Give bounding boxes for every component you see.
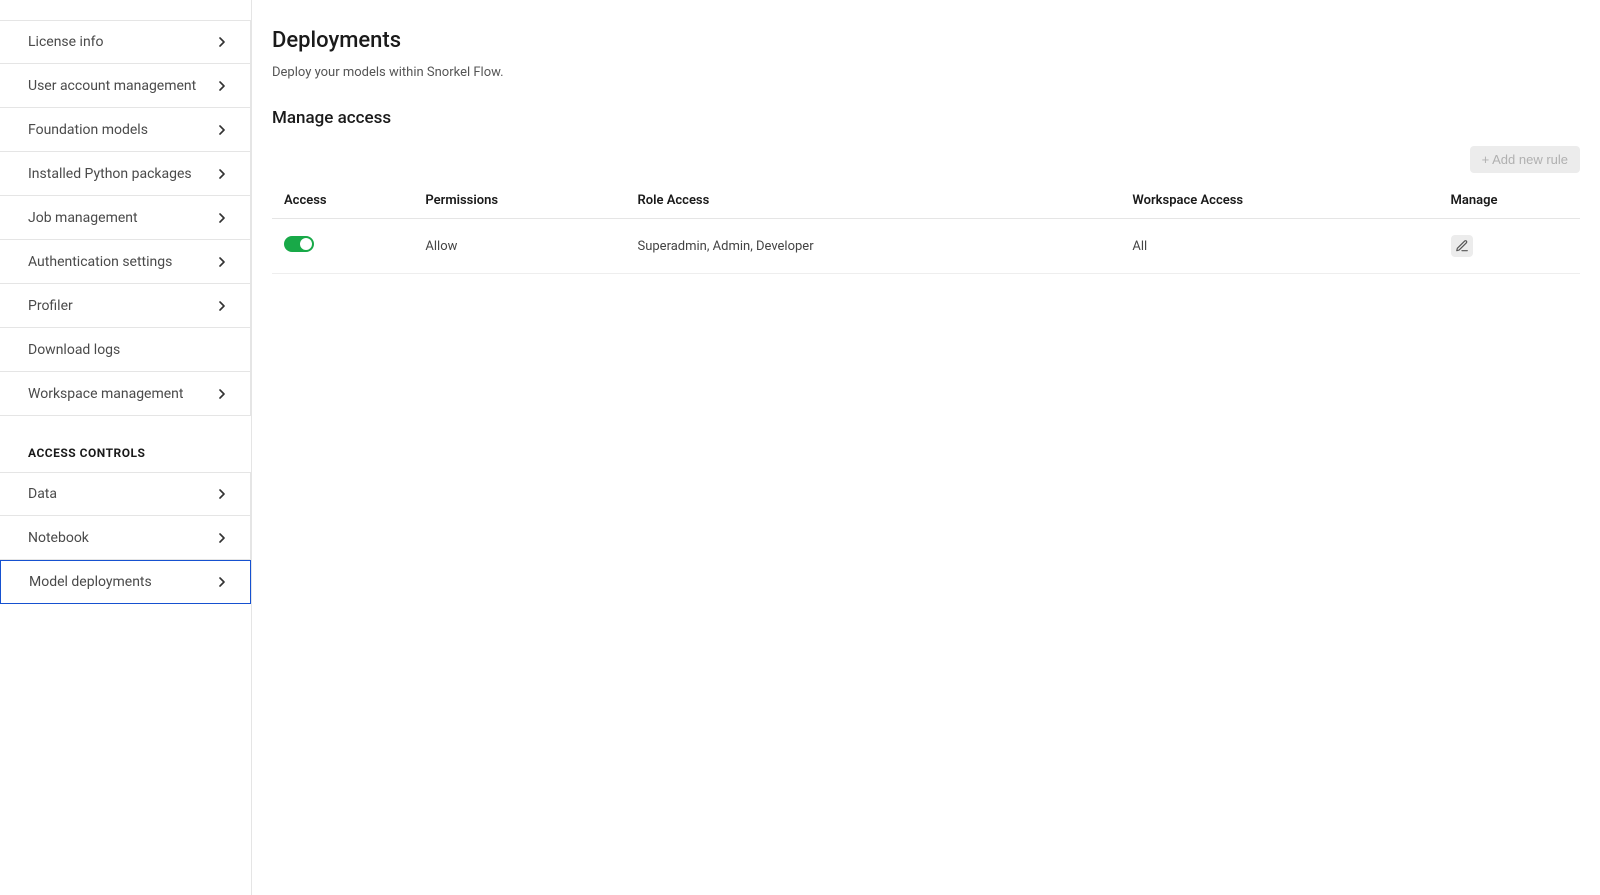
- sidebar-item-job-management[interactable]: Job management: [0, 196, 251, 240]
- edit-rule-button[interactable]: [1451, 235, 1473, 257]
- chevron-right-icon: [214, 298, 230, 314]
- chevron-right-icon: [214, 166, 230, 182]
- sidebar-item-label: Notebook: [28, 530, 89, 546]
- sidebar-item-label: Profiler: [28, 298, 73, 314]
- chevron-right-icon: [214, 486, 230, 502]
- sidebar-item-notebook[interactable]: Notebook: [0, 516, 251, 560]
- table-header-workspace-access: Workspace Access: [1120, 183, 1438, 219]
- cell-workspace-access: All: [1120, 219, 1438, 274]
- sidebar-item-installed-python-packages[interactable]: Installed Python packages: [0, 152, 251, 196]
- cell-role-access: Superadmin, Admin, Developer: [625, 219, 1120, 274]
- sidebar-item-license-info[interactable]: License info: [0, 20, 251, 64]
- sidebar-item-label: Authentication settings: [28, 254, 172, 270]
- chevron-right-icon: [214, 386, 230, 402]
- sidebar-item-profiler[interactable]: Profiler: [0, 284, 251, 328]
- table-header-role-access: Role Access: [625, 183, 1120, 219]
- sidebar: License info User account management Found…: [0, 0, 252, 895]
- page-subtitle: Deploy your models within Snorkel Flow.: [272, 65, 1580, 80]
- chevron-right-icon: [214, 34, 230, 50]
- add-new-rule-button[interactable]: + Add new rule: [1470, 146, 1580, 173]
- chevron-right-icon: [214, 530, 230, 546]
- sidebar-item-label: Installed Python packages: [28, 166, 192, 182]
- sidebar-item-label: License info: [28, 34, 104, 50]
- sidebar-item-label: Data: [28, 486, 57, 502]
- pencil-icon: [1455, 239, 1469, 253]
- sidebar-item-foundation-models[interactable]: Foundation models: [0, 108, 251, 152]
- cell-permissions: Allow: [413, 219, 625, 274]
- chevron-right-icon: [214, 210, 230, 226]
- sidebar-item-user-account-management[interactable]: User account management: [0, 64, 251, 108]
- section-title: Manage access: [272, 108, 1580, 128]
- sidebar-item-label: Model deployments: [29, 574, 152, 590]
- sidebar-item-authentication-settings[interactable]: Authentication settings: [0, 240, 251, 284]
- chevron-right-icon: [214, 122, 230, 138]
- sidebar-section-label: ACCESS CONTROLS: [0, 416, 251, 472]
- chevron-right-icon: [214, 574, 230, 590]
- sidebar-item-workspace-management[interactable]: Workspace management: [0, 372, 251, 416]
- sidebar-item-label: Download logs: [28, 342, 120, 358]
- table-header-permissions: Permissions: [413, 183, 625, 219]
- sidebar-item-label: Workspace management: [28, 386, 184, 402]
- access-rules-table: Access Permissions Role Access Workspace…: [272, 183, 1580, 274]
- sidebar-item-data[interactable]: Data: [0, 472, 251, 516]
- table-row: AllowSuperadmin, Admin, DeveloperAll: [272, 219, 1580, 274]
- table-header-access: Access: [272, 183, 413, 219]
- sidebar-item-download-logs[interactable]: Download logs: [0, 328, 251, 372]
- sidebar-item-label: Foundation models: [28, 122, 148, 138]
- page-title: Deployments: [272, 28, 1580, 53]
- access-toggle[interactable]: [284, 236, 314, 252]
- main-content: Deployments Deploy your models within Sn…: [252, 0, 1600, 895]
- sidebar-item-model-deployments[interactable]: Model deployments: [0, 560, 251, 604]
- sidebar-item-label: User account management: [28, 78, 196, 94]
- chevron-right-icon: [214, 78, 230, 94]
- sidebar-item-label: Job management: [28, 210, 138, 226]
- table-toolbar: + Add new rule: [272, 146, 1580, 173]
- chevron-right-icon: [214, 254, 230, 270]
- table-header-manage: Manage: [1439, 183, 1580, 219]
